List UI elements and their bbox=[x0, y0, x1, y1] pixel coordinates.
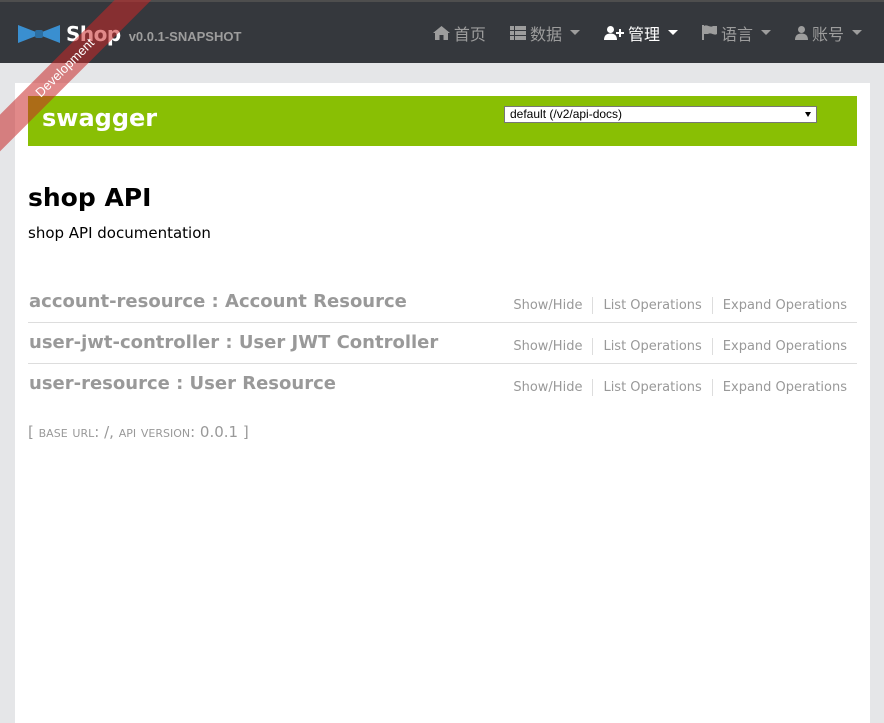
list-operations-link[interactable]: List Operations bbox=[592, 379, 711, 396]
show-hide-link[interactable]: Show/Hide bbox=[503, 338, 592, 355]
resource-name-link[interactable]: user-resource : User Resource bbox=[29, 373, 336, 394]
brand-name: Shop bbox=[66, 22, 121, 46]
resource-name-link[interactable]: account-resource : Account Resource bbox=[29, 291, 407, 312]
resource-list: account-resource : Account Resource Show… bbox=[28, 282, 857, 404]
swagger-logo[interactable]: swagger bbox=[42, 104, 157, 132]
caret-down-icon bbox=[569, 30, 580, 35]
user-icon bbox=[794, 25, 808, 40]
nav-item-label: 管理 bbox=[627, 26, 660, 44]
caret-down-icon bbox=[760, 30, 771, 35]
top-navbar: Shop v0.0.1-SNAPSHOT 首页 数据 管理 语言 账号 bbox=[0, 0, 884, 63]
base-url-value: / bbox=[104, 423, 110, 441]
resource-operations: Show/Hide List Operations Expand Operati… bbox=[503, 297, 857, 314]
resource-operations: Show/Hide List Operations Expand Operati… bbox=[503, 338, 857, 355]
user-plus-icon bbox=[603, 25, 624, 40]
flag-icon bbox=[701, 25, 717, 40]
nav-item-admin[interactable]: 管理 bbox=[592, 2, 690, 63]
expand-operations-link[interactable]: Expand Operations bbox=[711, 379, 857, 396]
nav-item-label: 数据 bbox=[529, 26, 562, 44]
close-bracket: ] bbox=[242, 423, 249, 441]
base-url-label: base url bbox=[38, 423, 95, 441]
brand-version: v0.0.1-SNAPSHOT bbox=[128, 28, 242, 44]
swagger-container: swagger default (/v2/api-docs) shop API … bbox=[15, 83, 870, 723]
nav-item-label: 语言 bbox=[720, 26, 753, 44]
expand-operations-link[interactable]: Expand Operations bbox=[711, 338, 857, 355]
api-description: shop API documentation bbox=[28, 224, 211, 242]
table-list-icon bbox=[509, 25, 526, 40]
brand[interactable]: Shop v0.0.1-SNAPSHOT bbox=[16, 22, 241, 46]
dropdown-arrow-icon bbox=[805, 112, 811, 117]
swagger-header: swagger default (/v2/api-docs) bbox=[28, 96, 857, 146]
nav-item-language[interactable]: 语言 bbox=[690, 2, 783, 63]
nav-item-account[interactable]: 账号 bbox=[783, 2, 884, 63]
caret-down-icon bbox=[667, 30, 678, 35]
resource-item: user-resource : User Resource Show/Hide … bbox=[28, 364, 857, 404]
bow-tie-logo-icon bbox=[18, 25, 60, 43]
nav-menu: 首页 数据 管理 语言 账号 bbox=[421, 2, 884, 63]
list-operations-link[interactable]: List Operations bbox=[592, 338, 711, 355]
resource-name-link[interactable]: user-jwt-controller : User JWT Controlle… bbox=[29, 332, 438, 353]
open-bracket: [ bbox=[28, 423, 34, 441]
nav-item-label: 首页 bbox=[453, 26, 486, 44]
list-operations-link[interactable]: List Operations bbox=[592, 297, 711, 314]
show-hide-link[interactable]: Show/Hide bbox=[503, 297, 592, 314]
api-version-value: 0.0.1 bbox=[199, 423, 239, 441]
show-hide-link[interactable]: Show/Hide bbox=[503, 379, 592, 396]
api-version-label: api version bbox=[118, 423, 191, 441]
api-info-footer: [ base url: /, api version: 0.0.1 ] bbox=[28, 423, 249, 441]
resource-item: account-resource : Account Resource Show… bbox=[28, 282, 857, 323]
nav-item-label: 账号 bbox=[811, 26, 844, 44]
nav-item-data[interactable]: 数据 bbox=[498, 2, 592, 63]
api-spec-select[interactable]: default (/v2/api-docs) bbox=[504, 106, 817, 123]
nav-item-home[interactable]: 首页 bbox=[421, 2, 498, 63]
home-icon bbox=[432, 25, 450, 40]
api-title: shop API bbox=[28, 183, 152, 212]
resource-operations: Show/Hide List Operations Expand Operati… bbox=[503, 379, 857, 396]
expand-operations-link[interactable]: Expand Operations bbox=[711, 297, 857, 314]
api-spec-select-value: default (/v2/api-docs) bbox=[510, 107, 623, 121]
resource-item: user-jwt-controller : User JWT Controlle… bbox=[28, 323, 857, 364]
caret-down-icon bbox=[852, 30, 862, 35]
